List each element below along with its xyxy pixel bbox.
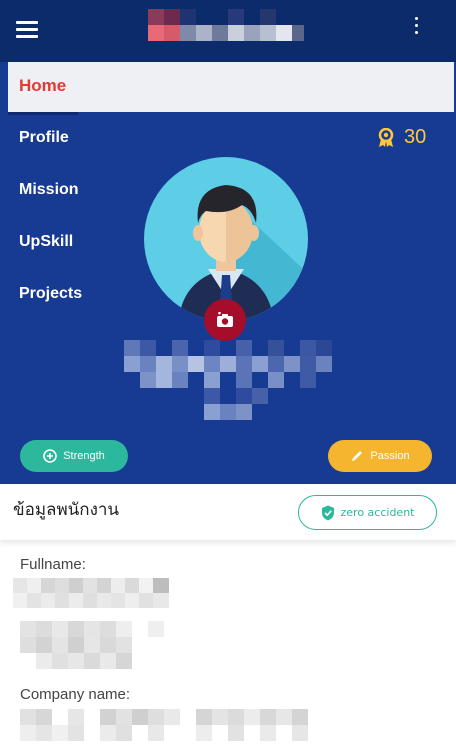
strength-button[interactable]: Strength xyxy=(20,440,128,472)
shield-check-icon xyxy=(321,505,334,520)
company-name-label: Company name: xyxy=(20,686,131,703)
sidebar-item-home-label: Home xyxy=(19,76,67,95)
sidebar-item-mission[interactable]: Mission xyxy=(19,181,79,199)
pencil-icon xyxy=(352,451,363,461)
employee-info-title: ข้อมูลพนักงาน xyxy=(13,500,120,520)
avatar[interactable] xyxy=(144,157,308,321)
kebab-icon[interactable] xyxy=(410,17,422,41)
menu-divider xyxy=(8,112,78,115)
badge-icon xyxy=(378,127,394,147)
employee-detail-pixelated xyxy=(20,621,166,671)
sidebar-item-projects[interactable]: Projects xyxy=(19,285,82,303)
company-name-value-pixelated xyxy=(20,709,310,743)
app-title-pixelated xyxy=(148,9,306,43)
hamburger-icon[interactable] xyxy=(16,21,38,39)
strength-label: Strength xyxy=(63,450,105,462)
points-value: 30 xyxy=(404,126,427,148)
sidebar-item-upskill[interactable]: UpSkill xyxy=(19,233,73,251)
change-photo-button[interactable] xyxy=(204,299,246,341)
fullname-value-pixelated xyxy=(13,578,175,608)
zero-accident-label: zero accident xyxy=(340,506,415,519)
plus-circle-icon xyxy=(43,449,58,463)
camera-icon xyxy=(217,312,233,327)
employee-name-pixelated xyxy=(124,340,336,420)
passion-label: Passion xyxy=(370,450,410,462)
fullname-label: Fullname: xyxy=(20,556,86,573)
points-display: 30 xyxy=(378,126,426,149)
passion-button[interactable]: Passion xyxy=(328,440,432,472)
zero-accident-badge[interactable]: zero accident xyxy=(298,495,437,530)
sidebar-item-profile[interactable]: Profile xyxy=(19,129,69,147)
sidebar-item-home[interactable] xyxy=(8,62,454,112)
